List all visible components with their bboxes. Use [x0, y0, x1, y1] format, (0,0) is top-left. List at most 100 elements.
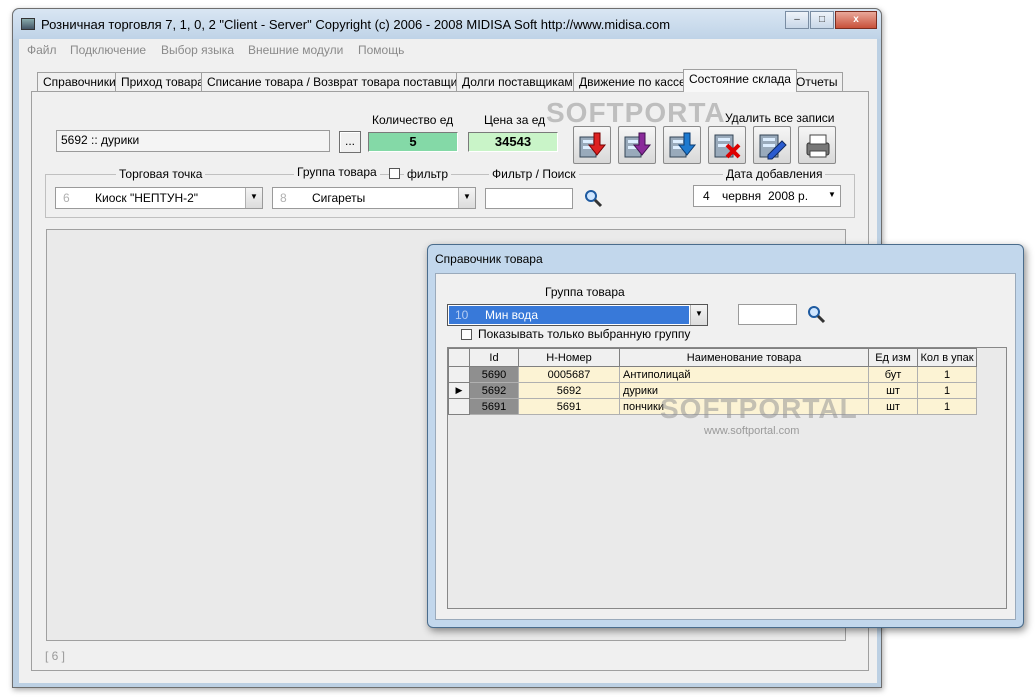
- import-record-button[interactable]: [618, 126, 656, 164]
- date-month: червня: [722, 189, 762, 203]
- tab-stock-status[interactable]: Состояние склада: [683, 69, 797, 92]
- goods-group-select[interactable]: 8 Сигареты ▼: [272, 187, 476, 209]
- only-selected-label: Показывать только выбранную группу: [478, 327, 691, 341]
- column-header-id[interactable]: Id: [469, 348, 519, 367]
- cell-name: Антиполицай: [619, 366, 869, 383]
- date-picker[interactable]: 4 червня 2008 р. ▼: [693, 185, 841, 207]
- row-indicator: [448, 398, 470, 415]
- point-code: 6: [63, 191, 70, 205]
- dialog-search-input[interactable]: [738, 304, 797, 325]
- chevron-down-icon: ▼: [824, 186, 840, 206]
- minimize-button[interactable]: –: [785, 11, 809, 29]
- qty-value: 5: [368, 132, 458, 152]
- date-label: Дата добавления: [723, 167, 826, 181]
- row-indicator: [448, 366, 470, 383]
- tab-cash-flow[interactable]: Движение по кассе: [573, 72, 692, 91]
- cell-pack: 1: [917, 366, 977, 383]
- maximize-button[interactable]: □: [810, 11, 834, 29]
- db-down-red-icon: [579, 132, 607, 158]
- cell-unit: шт: [868, 382, 918, 399]
- product-grid[interactable]: Id Н-Номер Наименование товара Ед изм Ко…: [447, 347, 1007, 609]
- goods-group-code: 8: [280, 191, 287, 205]
- search-icon[interactable]: [806, 304, 826, 324]
- chevron-down-icon: ▼: [245, 188, 262, 208]
- cell-number: 0005687: [518, 366, 620, 383]
- close-button[interactable]: x: [835, 11, 877, 29]
- db-down-purple-icon: [624, 132, 652, 158]
- point-select[interactable]: 6 Киоск "НЕПТУН-2" ▼: [55, 187, 263, 209]
- tab-reports[interactable]: Отчеты: [790, 72, 844, 91]
- filter-checkbox-label: фильтр: [404, 167, 452, 181]
- status-count: [ 6 ]: [45, 649, 66, 663]
- db-edit-icon: [759, 134, 787, 160]
- cell-unit: бут: [868, 366, 918, 383]
- cell-number: 5691: [518, 398, 620, 415]
- table-row[interactable]: 5690 0005687 Антиполицай бут 1: [448, 366, 977, 383]
- chevron-down-icon: ▼: [690, 305, 707, 325]
- menu-file[interactable]: Файл: [27, 43, 57, 57]
- tab-goods-receipt[interactable]: Приход товара: [115, 72, 210, 91]
- only-selected-checkbox[interactable]: [461, 329, 472, 340]
- menu-language[interactable]: Выбор языка: [161, 43, 234, 57]
- price-label: Цена за ед: [484, 113, 546, 127]
- product-directory-dialog: Справочник товара Группа товара 10 Мин в…: [427, 244, 1024, 628]
- menu-help[interactable]: Помощь: [358, 43, 404, 57]
- add-record-button[interactable]: [573, 126, 611, 164]
- date-year: 2008 р.: [768, 189, 809, 203]
- watermark-logo: SOFTPORTA: [546, 97, 726, 128]
- product-browse-button[interactable]: ...: [339, 131, 361, 153]
- menu-modules[interactable]: Внешние модули: [248, 43, 343, 57]
- cell-unit: шт: [868, 398, 918, 415]
- delete-all-label: Удалить все записи: [725, 111, 835, 125]
- cell-pack: 1: [917, 382, 977, 399]
- dialog-group-label: Группа товара: [545, 285, 625, 299]
- cell-id: 5692: [469, 382, 519, 399]
- column-header-name[interactable]: Наименование товара: [619, 348, 869, 367]
- qty-label: Количество ед: [372, 113, 454, 127]
- price-value: 34543: [468, 132, 558, 152]
- db-delete-icon: [714, 134, 741, 159]
- edit-record-button[interactable]: [753, 126, 791, 164]
- indicator-header: [448, 348, 470, 367]
- cell-id: 5690: [469, 366, 519, 383]
- dialog-title: Справочник товара: [435, 252, 543, 266]
- db-down-blue-icon: [669, 132, 697, 158]
- search-label: Фильтр / Поиск: [489, 167, 579, 181]
- chevron-down-icon: ▼: [458, 188, 475, 208]
- move-record-button[interactable]: [663, 126, 701, 164]
- current-row-icon: ▶: [448, 382, 470, 399]
- window-title: Розничная торговля 7, 1, 0, 2 "Client - …: [41, 17, 671, 32]
- cell-id: 5691: [469, 398, 519, 415]
- goods-group-label: Группа товара: [294, 165, 380, 179]
- filter-checkbox[interactable]: [389, 168, 400, 179]
- watermark-logo: SOFTPORTAL: [660, 393, 858, 424]
- product-field[interactable]: 5692 :: дурики: [56, 130, 330, 152]
- watermark-url: www.softportal.com: [704, 425, 800, 437]
- title-bar[interactable]: Розничная торговля 7, 1, 0, 2 "Client - …: [13, 9, 881, 39]
- point-label: Торговая точка: [116, 167, 206, 181]
- dialog-client: Группа товара 10 Мин вода ▼ Показывать т…: [435, 273, 1016, 620]
- print-button[interactable]: [798, 126, 836, 164]
- point-name: Киоск "НЕПТУН-2": [95, 191, 199, 205]
- menu-connection[interactable]: Подключение: [70, 43, 146, 57]
- dialog-group-select[interactable]: 10 Мин вода ▼: [447, 304, 708, 326]
- delete-record-button[interactable]: [708, 126, 746, 164]
- goods-group-name: Сигареты: [312, 191, 366, 205]
- column-header-unit[interactable]: Ед изм: [868, 348, 918, 367]
- date-day: 4: [703, 189, 710, 203]
- cell-pack: 1: [917, 398, 977, 415]
- column-header-pack[interactable]: Кол в упак: [917, 348, 977, 367]
- tab-write-off[interactable]: Списание товара / Возврат товара поставщ…: [201, 72, 475, 91]
- table-header: Id Н-Номер Наименование товара Ед изм Ко…: [448, 348, 977, 367]
- search-input[interactable]: [485, 188, 573, 209]
- app-icon: [21, 18, 35, 30]
- dialog-group-name: Мин вода: [485, 308, 538, 322]
- dialog-group-code: 10: [455, 308, 469, 322]
- tab-supplier-debts[interactable]: Долги поставщикам: [456, 72, 579, 91]
- tab-directories[interactable]: Справочники: [37, 72, 122, 91]
- printer-icon: [806, 134, 830, 158]
- cell-number: 5692: [518, 382, 620, 399]
- search-icon[interactable]: [583, 188, 603, 208]
- column-header-number[interactable]: Н-Номер: [518, 348, 620, 367]
- menu-bar: Файл Подключение Выбор языка Внешние мод…: [19, 39, 877, 61]
